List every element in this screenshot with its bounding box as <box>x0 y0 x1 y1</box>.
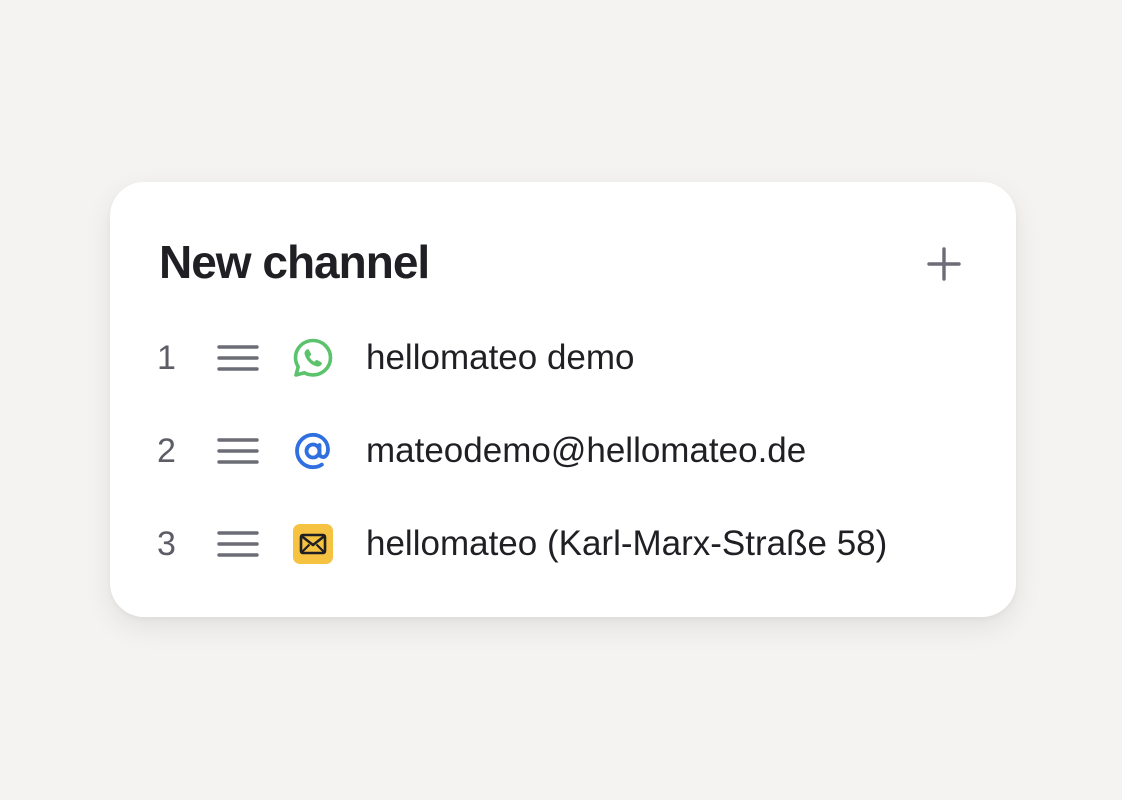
envelope-icon <box>292 523 334 565</box>
channel-row[interactable]: 1 hellomateo demo <box>110 328 1016 388</box>
card-title: New channel <box>159 236 430 288</box>
channel-index: 3 <box>157 525 176 563</box>
channel-row[interactable]: 2 mateodemo@hellomateo.de <box>110 421 1016 481</box>
whatsapp-icon <box>292 337 334 379</box>
channel-label[interactable]: mateodemo@hellomateo.de <box>366 421 806 481</box>
add-channel-button[interactable] <box>924 244 964 284</box>
new-channel-card: New channel 1 hellomateo demo 2 mateodem… <box>110 182 1016 617</box>
channel-index: 2 <box>157 432 176 470</box>
channel-label[interactable]: hellomateo demo <box>366 328 635 388</box>
channel-label[interactable]: hellomateo (Karl-Marx-Straße 58) <box>366 514 887 574</box>
at-sign-icon <box>292 430 334 472</box>
drag-handle-icon[interactable] <box>216 525 260 563</box>
drag-handle-icon[interactable] <box>216 432 260 470</box>
drag-handle-icon[interactable] <box>216 339 260 377</box>
channel-index: 1 <box>157 339 176 377</box>
plus-icon <box>927 247 961 281</box>
channel-row[interactable]: 3 hellomateo (Karl-Marx-Straße 58) <box>110 514 1016 574</box>
